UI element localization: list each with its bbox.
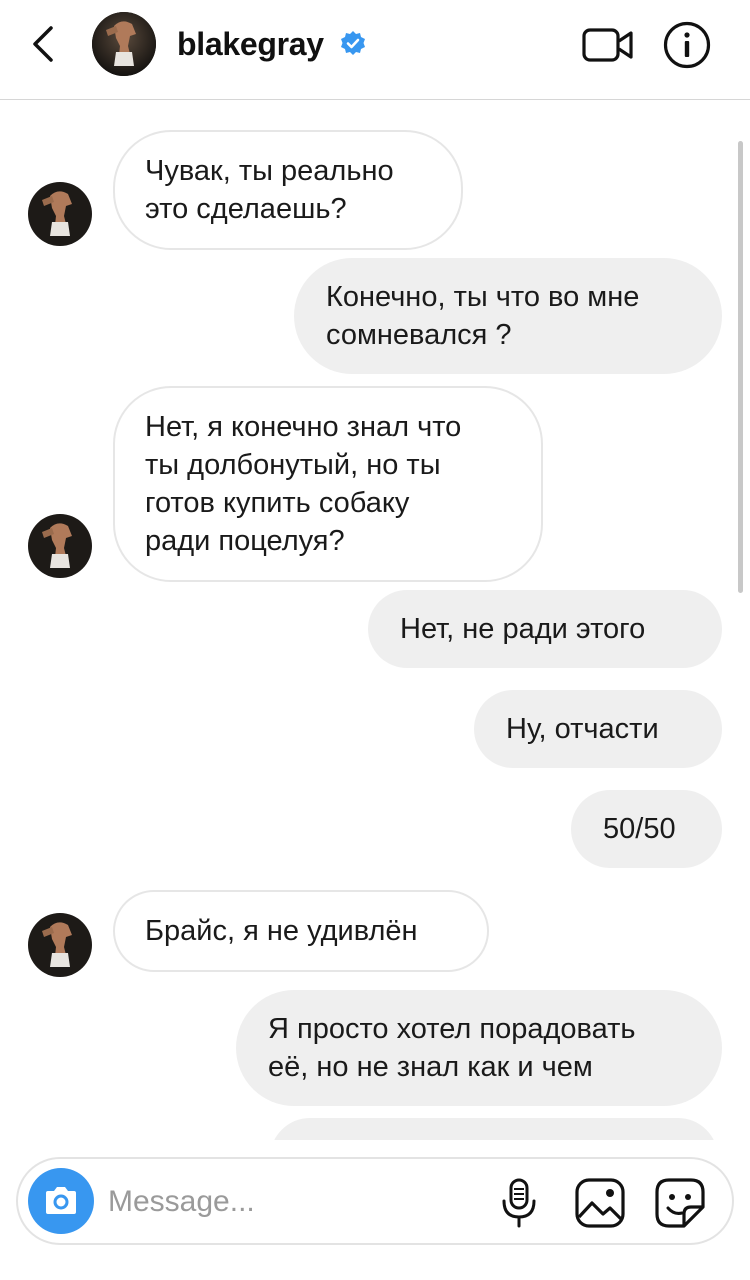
message-bubble-incoming[interactable]: Чувак, ты реально это сделаешь? (113, 130, 463, 250)
sticker-icon (655, 1178, 705, 1228)
message-text: Чувак, ты реально это сделаешь? (145, 155, 394, 225)
message-text: Нет, не ради этого (400, 613, 646, 645)
camera-button[interactable] (28, 1168, 94, 1234)
message-text: Ну, отчасти (506, 713, 659, 745)
video-call-button[interactable] (582, 26, 634, 64)
message-text: Нет, я конечно знал что ты долбонутый, н… (145, 411, 462, 557)
message-input[interactable] (108, 1179, 488, 1225)
sender-avatar[interactable] (28, 182, 92, 246)
back-button[interactable] (22, 22, 66, 66)
microphone-icon (502, 1178, 536, 1228)
message-bubble-outgoing[interactable]: Я просто хотел порадовать eё, но не знал… (236, 990, 722, 1106)
video-camera-icon (582, 28, 633, 62)
chevron-left-icon (33, 26, 53, 62)
gallery-icon (575, 1178, 625, 1228)
verified-badge-icon (341, 31, 365, 55)
profile-photo (28, 182, 92, 246)
chat-header: blakegray (0, 0, 750, 100)
message-composer (16, 1157, 734, 1245)
info-icon (663, 21, 711, 69)
message-text: Брайс, я не удивлён (145, 915, 418, 947)
message-bubble-incoming[interactable]: Нет, я конечно знал что ты долбонутый, н… (113, 386, 543, 582)
message-bubble-incoming[interactable]: Брайс, я не удивлён (113, 890, 489, 972)
message-text: Конечно, ты что во мне сомневался ? (326, 281, 640, 351)
message-text: Я просто хотел порадовать eё, но не знал… (268, 1013, 636, 1083)
info-button[interactable] (662, 20, 712, 70)
voice-message-button[interactable] (500, 1177, 538, 1229)
profile-photo (92, 12, 156, 76)
profile-photo (28, 514, 92, 578)
gallery-button[interactable] (574, 1177, 626, 1229)
camera-icon (46, 1187, 76, 1214)
message-bubble-outgoing-partial[interactable] (270, 1118, 718, 1140)
sender-avatar[interactable] (28, 913, 92, 977)
message-text: 50/50 (603, 813, 676, 845)
sender-avatar[interactable] (28, 514, 92, 578)
scrollbar[interactable] (738, 141, 743, 593)
message-thread[interactable]: Чувак, ты реально это сделаешь? Конечно,… (0, 101, 750, 1140)
message-bubble-outgoing[interactable]: Нет, не ради этого (368, 590, 722, 668)
message-bubble-outgoing[interactable]: Ну, отчасти (474, 690, 722, 768)
profile-photo (28, 913, 92, 977)
sticker-button[interactable] (654, 1177, 706, 1229)
message-bubble-outgoing[interactable]: 50/50 (571, 790, 722, 868)
username[interactable]: blakegray (177, 24, 324, 64)
message-bubble-outgoing[interactable]: Конечно, ты что во мне сомневался ? (294, 258, 722, 374)
avatar[interactable] (92, 12, 156, 76)
